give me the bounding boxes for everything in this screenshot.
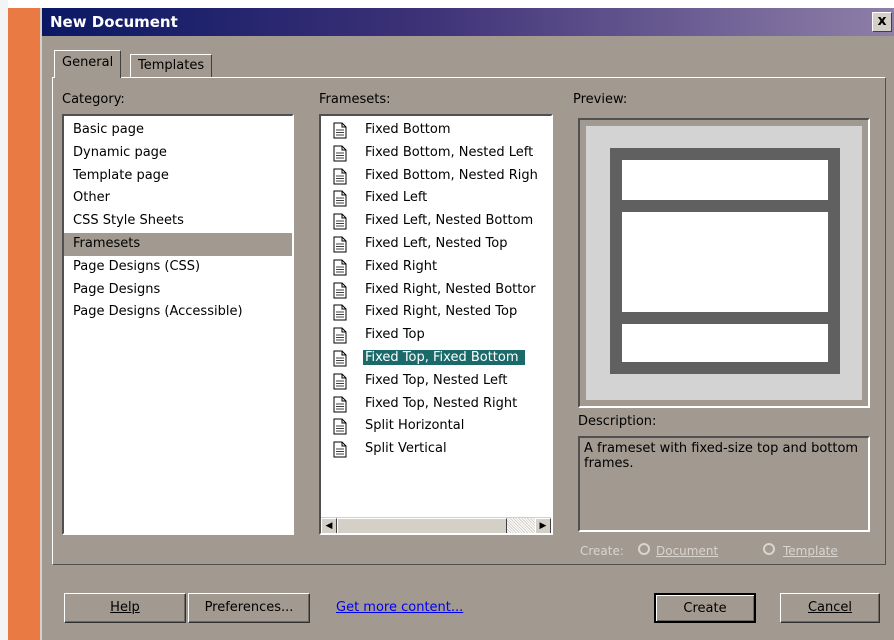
frameset-item[interactable]: Fixed Top, Nested Right [321, 393, 551, 416]
title-bar[interactable]: New Document x [42, 8, 894, 36]
scroll-track[interactable] [507, 518, 535, 533]
document-icon [333, 327, 347, 344]
radio-template[interactable] [763, 543, 775, 555]
frameset-item-label: Fixed Top, Nested Left [365, 372, 508, 388]
scroll-left-button[interactable]: ◀ [321, 518, 337, 533]
frameset-item-label: Fixed Right [365, 258, 438, 274]
document-icon [333, 213, 347, 230]
document-icon [333, 190, 347, 207]
document-icon [333, 259, 347, 276]
preferences-button[interactable]: Preferences... [188, 593, 310, 623]
document-icon [333, 282, 347, 299]
preview-pane [578, 118, 870, 408]
frameset-item[interactable]: Fixed Bottom, Nested Left [321, 142, 551, 165]
tab-general[interactable]: General [54, 50, 122, 78]
framesets-label: Framesets: [319, 92, 391, 107]
background-orange-margin [8, 8, 38, 640]
radio-document[interactable] [638, 543, 650, 555]
category-item[interactable]: Basic page [64, 119, 292, 142]
category-list[interactable]: Basic page Dynamic page Template page Other… [62, 114, 294, 535]
radio-template-label: Template [783, 544, 838, 558]
help-button[interactable]: Help [64, 593, 186, 623]
frameset-item[interactable]: Fixed Right, Nested Bottor [321, 279, 551, 302]
category-item[interactable]: CSS Style Sheets [64, 210, 292, 233]
framesets-list[interactable]: Fixed Bottom Fixed Bottom, Nested Left Fix… [319, 114, 553, 535]
help-button-label: Help [110, 600, 140, 615]
category-item[interactable]: Page Designs [64, 279, 292, 302]
preview-top-frame [622, 160, 828, 200]
radio-document-label: Document [656, 544, 719, 558]
frameset-item[interactable]: Fixed Top [321, 324, 551, 347]
frameset-item[interactable]: Fixed Left, Nested Bottom [321, 210, 551, 233]
frameset-item[interactable]: Split Horizontal [321, 415, 551, 438]
category-item[interactable]: Dynamic page [64, 142, 292, 165]
description-label: Description: [578, 414, 657, 429]
document-icon [333, 236, 347, 253]
frameset-preview-image [610, 148, 840, 374]
category-item[interactable]: Page Designs (Accessible) [64, 301, 292, 324]
create-button[interactable]: Create [654, 593, 756, 623]
document-icon [333, 418, 347, 435]
document-icon [333, 373, 347, 390]
document-icon [333, 145, 347, 162]
frameset-item[interactable]: Fixed Bottom, Nested Righ [321, 165, 551, 188]
frameset-item[interactable]: Fixed Top, Fixed Bottom [321, 347, 551, 370]
cancel-button-label: Cancel [807, 600, 853, 615]
frameset-item-label: Fixed Left, Nested Top [365, 235, 508, 251]
scroll-thumb[interactable] [337, 518, 507, 533]
frameset-item-label: Fixed Right, Nested Bottor [365, 281, 536, 297]
preview-canvas [586, 126, 862, 400]
category-item[interactable]: Template page [64, 165, 292, 188]
frameset-item-label: Fixed Right, Nested Top [365, 304, 518, 320]
frameset-item-label: Fixed Top, Fixed Bottom [362, 348, 526, 366]
frameset-item-label: Fixed Bottom [365, 122, 451, 137]
document-icon [333, 396, 347, 413]
frameset-item-label: Fixed Bottom, Nested Righ [365, 167, 538, 183]
frameset-item-label: Fixed Top [365, 327, 425, 343]
frameset-item[interactable]: Fixed Top, Nested Left [321, 370, 551, 393]
category-item[interactable]: Page Designs (CSS) [64, 256, 292, 279]
description-text: A frameset with fixed-size top and botto… [578, 436, 870, 532]
cancel-button[interactable]: Cancel [780, 593, 880, 623]
document-icon [333, 441, 347, 458]
frameset-item-label: Split Vertical [365, 441, 447, 457]
frameset-item-label: Fixed Left, Nested Bottom [365, 213, 534, 229]
preview-main-frame [622, 212, 828, 312]
scroll-right-button[interactable]: ▶ [535, 518, 551, 533]
category-item[interactable]: Other [64, 187, 292, 210]
frameset-item[interactable]: Fixed Left [321, 187, 551, 210]
close-button[interactable]: x [872, 12, 892, 32]
frameset-item[interactable]: Fixed Left, Nested Top [321, 233, 551, 256]
document-icon [333, 168, 347, 185]
create-button-label: Create [683, 601, 727, 616]
category-label: Category: [62, 92, 125, 107]
category-item[interactable]: Framesets [64, 232, 292, 256]
document-icon [333, 350, 347, 367]
frameset-item-label: Fixed Left [365, 190, 428, 206]
preview-label: Preview: [573, 92, 628, 107]
frameset-item-label: Split Horizontal [365, 418, 465, 434]
frameset-item-label: Fixed Top, Nested Right [365, 395, 518, 411]
document-icon [333, 122, 347, 139]
background-edge-left [0, 0, 8, 640]
document-icon [333, 304, 347, 321]
frameset-item[interactable]: Split Vertical [321, 438, 551, 461]
preferences-button-label: Preferences... [204, 600, 294, 615]
preview-bottom-frame [622, 324, 828, 362]
window-title: New Document [50, 13, 178, 31]
tab-templates[interactable]: Templates [130, 54, 213, 78]
frameset-item[interactable]: Fixed Bottom [321, 119, 551, 142]
frameset-item[interactable]: Fixed Right [321, 256, 551, 279]
background-edge-top [0, 0, 894, 8]
framesets-items: Fixed Bottom Fixed Bottom, Nested Left Fix… [321, 116, 551, 461]
horizontal-scrollbar[interactable]: ◀ ▶ [321, 517, 551, 533]
new-document-dialog: New Document x General Templates Categor… [40, 8, 894, 640]
get-more-content-link[interactable]: Get more content... [336, 600, 463, 615]
create-label: Create: [580, 544, 624, 558]
frameset-item-label: Fixed Bottom, Nested Left [365, 144, 534, 160]
frameset-item[interactable]: Fixed Right, Nested Top [321, 301, 551, 324]
